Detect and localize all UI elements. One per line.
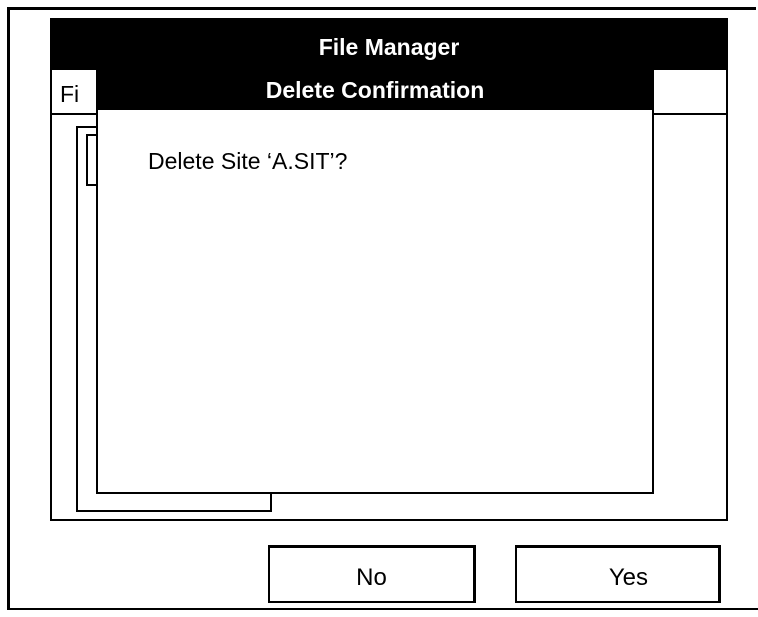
window-title: File Manager (52, 20, 726, 70)
dialog-title: Delete Confirmation (96, 68, 654, 110)
screen-bottom-edge (7, 608, 758, 610)
menu-item-file[interactable]: Fi (60, 79, 79, 109)
no-button[interactable]: No (268, 545, 476, 603)
yes-button[interactable]: Yes (515, 545, 721, 603)
dialog-message: Delete Site ‘A.SIT’? (148, 148, 348, 174)
delete-confirmation-dialog: Delete Confirmation Delete Site ‘A.SIT’? (96, 68, 654, 494)
